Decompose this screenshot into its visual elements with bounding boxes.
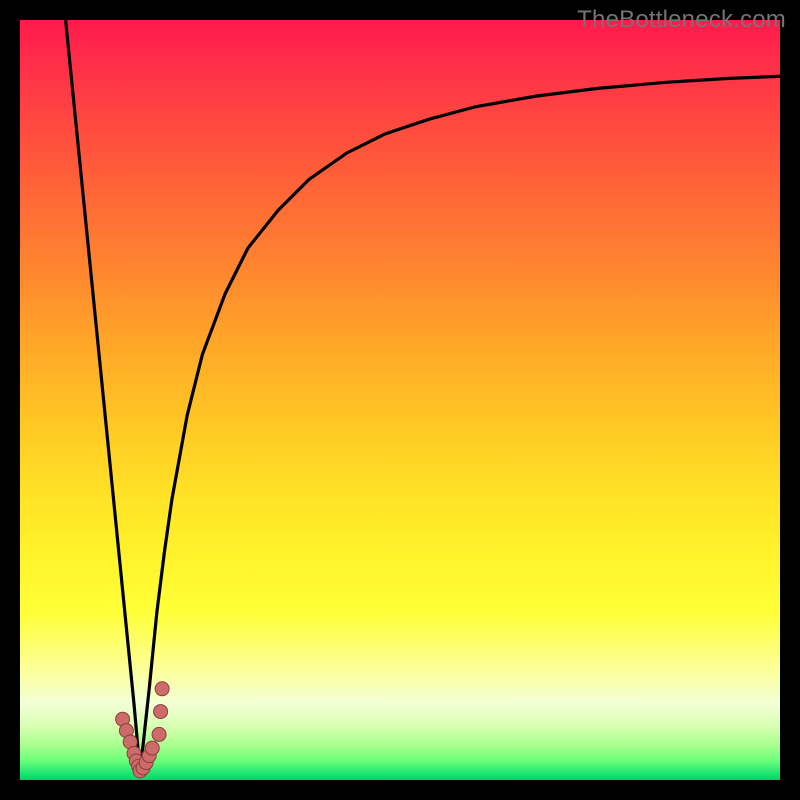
marker-dot <box>145 741 159 755</box>
marker-dot <box>154 705 168 719</box>
marker-dot <box>152 727 166 741</box>
curve-right-branch <box>140 76 780 772</box>
watermark-text: TheBottleneck.com <box>577 6 786 34</box>
curve-layer <box>20 20 780 780</box>
marker-dot <box>155 682 169 696</box>
chart-container: TheBottleneck.com <box>0 0 800 800</box>
curve-left-branch <box>66 20 140 772</box>
plot-area <box>20 20 780 780</box>
marker-cluster <box>116 682 170 778</box>
